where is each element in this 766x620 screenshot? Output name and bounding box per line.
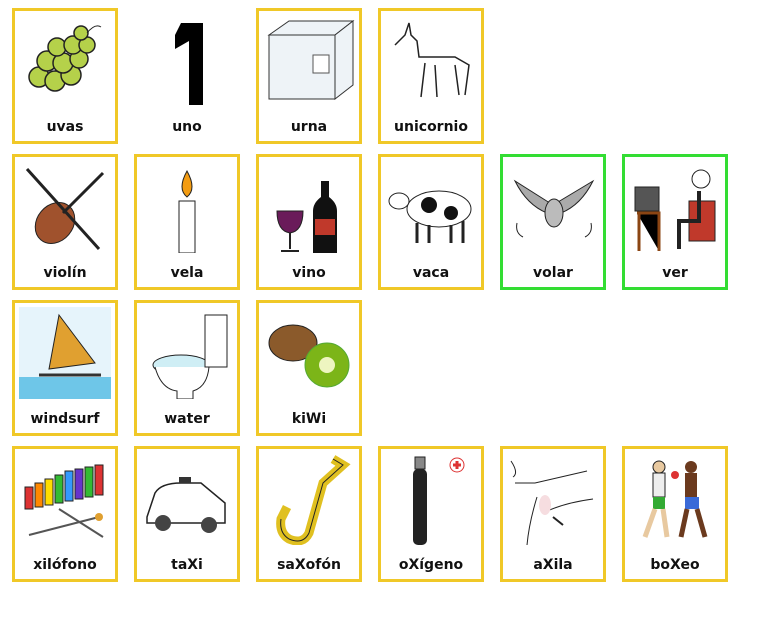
pictogram-card[interactable]: boXeo: [622, 446, 728, 582]
ballot-box-icon: [267, 19, 355, 101]
card-label: vaca: [412, 265, 450, 281]
card-label: boXeo: [650, 557, 700, 573]
pictogram-card[interactable]: water: [134, 300, 240, 436]
pictogram-card[interactable]: xilófono: [12, 446, 118, 582]
toilet-icon: [152, 314, 228, 399]
wine-icon: [276, 181, 337, 253]
card-label: xilófono: [33, 557, 97, 573]
pictogram-card[interactable]: uno: [134, 8, 240, 144]
watching-tv-icon: [634, 169, 716, 251]
card-label: urna: [290, 119, 328, 135]
pictogram-card[interactable]: saXofón: [256, 446, 362, 582]
pictogram-card[interactable]: windsurf: [12, 300, 118, 436]
pictogram-card[interactable]: ver: [622, 154, 728, 290]
violin-icon: [25, 167, 105, 251]
card-label: taXi: [171, 557, 203, 573]
pictogram-card[interactable]: vaca: [378, 154, 484, 290]
pictogram-card[interactable]: violín: [12, 154, 118, 290]
card-label: ver: [662, 265, 688, 281]
kiwi-icon: [268, 324, 350, 388]
taxi-icon: [146, 477, 226, 533]
pictogram-card[interactable]: volar: [500, 154, 606, 290]
cow-icon: [388, 190, 472, 243]
pictogram-card[interactable]: vino: [256, 154, 362, 290]
pictogram-card[interactable]: aXila: [500, 446, 606, 582]
card-label: aXila: [533, 557, 573, 573]
grapes-icon: [28, 25, 102, 92]
card-label: uno: [172, 119, 202, 135]
xylophone-icon: [24, 464, 104, 538]
card-label: saXofón: [277, 557, 341, 573]
armpit-icon: [510, 460, 594, 545]
saxophone-icon: [276, 455, 351, 545]
card-label: vino: [292, 265, 326, 281]
unicorn-icon: [394, 22, 470, 98]
pictogram-card[interactable]: kiWi: [256, 300, 362, 436]
flying-bird-icon: [513, 179, 595, 238]
card-label: unicornio: [394, 119, 468, 135]
card-label: water: [164, 411, 210, 427]
card-label: kiWi: [291, 411, 327, 427]
number-one-icon: [175, 23, 203, 105]
candle-icon: [178, 169, 196, 253]
pictogram-card[interactable]: taXi: [134, 446, 240, 582]
boxing-icon: [642, 460, 708, 538]
oxygen-tank-icon: [413, 456, 465, 545]
card-label: vela: [170, 265, 204, 281]
pictogram-card[interactable]: unicornio: [378, 8, 484, 144]
card-label: oXígeno: [398, 557, 464, 573]
card-label: volar: [533, 265, 573, 281]
pictogram-card[interactable]: oXígeno: [378, 446, 484, 582]
windsurf-icon: [19, 307, 111, 399]
card-label: violín: [43, 265, 87, 281]
card-label: windsurf: [30, 411, 100, 427]
pictogram-card[interactable]: uvas: [12, 8, 118, 144]
pictogram-card[interactable]: urna: [256, 8, 362, 144]
pictogram-card[interactable]: vela: [134, 154, 240, 290]
card-label: uvas: [46, 119, 84, 135]
